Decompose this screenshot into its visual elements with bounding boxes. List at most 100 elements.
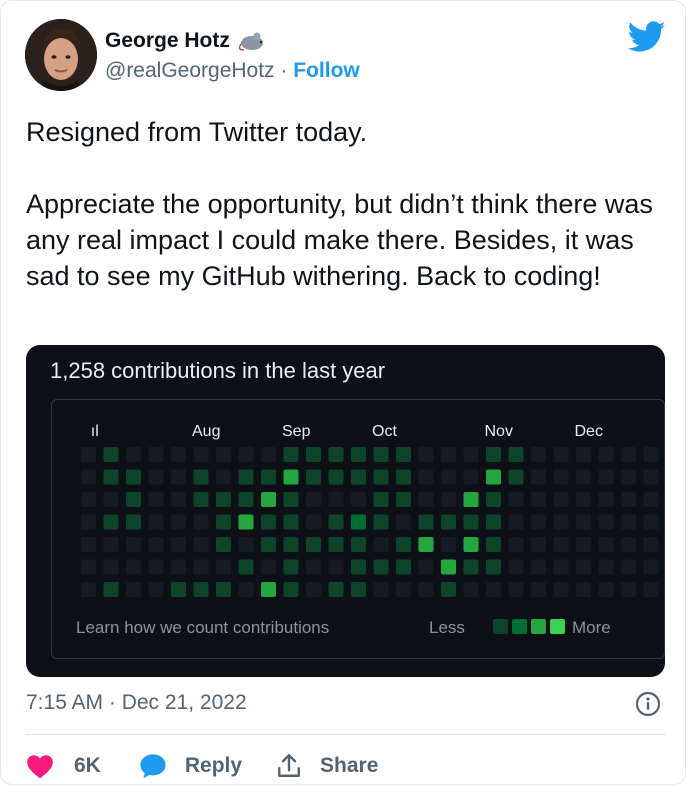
contribution-cell [193,582,209,597]
contribution-cell [441,582,456,597]
contribution-cell [508,537,524,552]
contribution-cell [621,469,636,485]
author-name-row[interactable]: George Hotz [105,29,266,53]
contribution-cell [418,514,434,530]
contribution-cell [396,514,411,530]
author-handle[interactable]: @realGeorgeHotz [105,59,275,82]
contribution-cell [531,537,546,552]
legend-swatch [550,619,565,634]
contribution-cell [261,447,276,462]
contribution-cell [81,537,96,552]
info-icon[interactable] [635,691,661,717]
share-upload-icon [278,753,300,777]
share-button[interactable]: Share [276,753,378,779]
contribution-cell [193,559,209,575]
legend-swatch [512,619,527,634]
tweet-card: George Hotz @realGeorgeHotz · Follow Res… [0,0,686,785]
contribution-cell [126,559,141,575]
contribution-cell [396,469,411,485]
contribution-cell [306,492,321,507]
contribution-cell [396,582,411,597]
contribution-cell [576,537,591,552]
learn-contributions-link[interactable]: Learn how we count contributions [76,618,329,638]
contribution-cell [576,559,591,575]
author-name[interactable]: George Hotz [105,29,230,53]
contribution-cell [396,492,411,507]
tweet-text: Resigned from Twitter today. Appreciate … [26,114,666,294]
contribution-cell [531,582,546,597]
contribution-cell [643,514,659,530]
like-button[interactable]: 6K [26,753,101,779]
contribution-cell [328,447,344,462]
contribution-cell [441,469,456,485]
contribution-cell [238,582,254,597]
contribution-cell [103,469,119,485]
follow-link[interactable]: Follow [293,59,360,82]
avatar[interactable] [25,19,97,91]
contribution-cell [643,469,659,485]
contribution-cell [81,559,96,575]
contribution-cell [306,469,321,485]
contribution-cell [643,559,659,575]
contribution-cell [171,537,186,552]
contribution-cell [463,447,479,462]
contribution-cell [238,492,254,507]
contribution-cell [216,537,231,552]
month-label: Oct [372,423,397,440]
contribution-cell [418,537,434,552]
contribution-cell [238,469,254,485]
reply-button[interactable]: Reply [139,753,242,779]
contribution-cell [643,582,659,597]
contribution-cell [283,582,299,597]
contribution-cell [553,537,569,552]
contribution-cell [306,582,321,597]
contribution-cell [193,469,209,485]
contribution-cell [621,447,636,462]
contribution-cell [531,492,546,507]
contribution-cell [103,582,119,597]
contribution-cell [261,537,276,552]
contribution-cell [373,559,389,575]
contribution-cell [486,559,501,575]
contribution-cell [81,514,96,530]
tweet-timestamp[interactable]: 7:15 AM · Dec 21, 2022 [26,691,247,715]
contribution-cell [441,514,456,530]
contribution-cell [126,469,141,485]
github-contributions-image[interactable]: 1,258 contributions in the last year ıl A… [26,345,665,677]
contribution-cell [126,447,141,462]
contribution-cell [216,514,231,530]
contribution-cell [216,559,231,575]
contribution-cell [351,469,366,485]
contribution-cell [598,537,614,552]
month-label: ıl [91,423,99,440]
contribution-cell [463,559,479,575]
contribution-cell [576,469,591,485]
contribution-cell [486,537,501,552]
contribution-cell [441,559,456,575]
month-label: Sep [282,423,311,440]
contribution-cell [531,514,546,530]
twitter-bird-icon[interactable] [628,21,666,53]
contribution-cell [238,559,254,575]
contribution-cell [576,447,591,462]
contribution-cell [373,537,389,552]
contribution-cell [598,582,614,597]
contribution-cell [643,492,659,507]
contribution-cell [148,514,164,530]
contribution-cell [171,582,186,597]
contribution-cell [193,537,209,552]
contribution-cell [328,469,344,485]
contribution-cell [238,537,254,552]
contribution-cell [283,469,299,485]
contribution-cell [103,514,119,530]
contribution-cell [148,559,164,575]
contribution-cell [463,469,479,485]
like-count: 6K [74,754,101,777]
contribution-cell [126,514,141,530]
avatar-image [25,19,97,91]
contribution-cell [126,537,141,552]
contribution-cell [396,447,411,462]
legend-more-label: More [572,618,611,637]
contribution-cell [373,492,389,507]
contribution-cell [81,492,96,507]
